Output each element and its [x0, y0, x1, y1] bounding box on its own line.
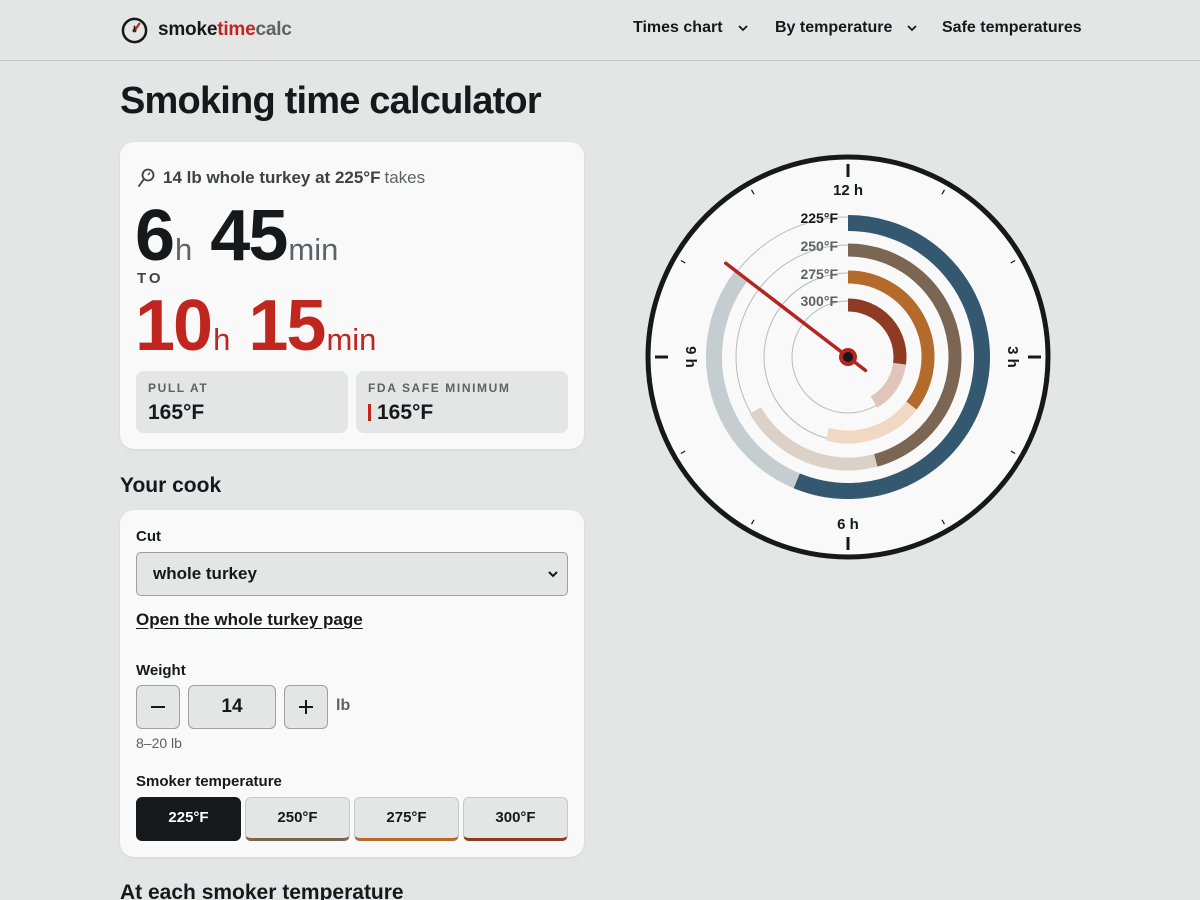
cut-select[interactable]: whole turkey: [136, 552, 568, 596]
result-summary-subject: 14 lb whole turkey at 225°F: [163, 168, 381, 187]
result-card: 14 lb whole turkey at 225°F takes 6h 45 m…: [120, 142, 584, 449]
plus-icon: [299, 700, 313, 714]
dial-label-3h: 3 h: [1004, 346, 1021, 368]
dial-ring-label: 275°F: [800, 266, 838, 282]
fda-minimum-box: FDA SAFE MINIMUM 165°F: [356, 371, 568, 433]
weight-label: Weight: [136, 662, 186, 679]
brand-part-calc: calc: [255, 19, 292, 40]
result-summary-verb: takes: [384, 168, 426, 187]
nav-times-chart-label: Times chart: [633, 19, 723, 36]
range-to-label: TO: [137, 270, 164, 287]
chevron-down-icon: [737, 25, 748, 32]
fda-minimum-label: FDA SAFE MINIMUM: [368, 381, 511, 395]
nav-by-temperature-label: By temperature: [775, 19, 893, 36]
weight-increase-button[interactable]: [284, 685, 328, 729]
hours-unit: h: [175, 232, 193, 267]
dial-label-6h: 6 h: [837, 516, 859, 533]
dial-ring-label: 250°F: [800, 238, 838, 254]
top-navigation-bar: smoketimecalc Times chart By temperature…: [0, 0, 1200, 61]
max-minutes-value: 15: [248, 286, 326, 366]
chevron-down-icon: [907, 25, 918, 32]
fda-minimum-value: 165°F: [377, 401, 434, 424]
max-time: 10 h 15 min: [135, 290, 376, 362]
hours-unit: h: [213, 322, 231, 357]
weight-range-hint: 8–20 lb: [136, 735, 182, 751]
minutes-unit: min: [288, 232, 339, 267]
cut-label: Cut: [136, 528, 161, 545]
pull-at-value: 165°F: [148, 401, 205, 424]
max-hours-value: 10: [135, 286, 213, 366]
temp-option-275[interactable]: 275°F: [354, 797, 459, 841]
fda-indicator-bar: [368, 404, 371, 421]
pull-at-label: PULL AT: [148, 381, 209, 395]
minus-icon: [151, 706, 165, 708]
brand-logo[interactable]: smoketimecalc: [121, 16, 292, 44]
nav-safe-temperatures[interactable]: Safe temperatures: [942, 19, 1082, 37]
weight-unit: lb: [336, 697, 351, 714]
each-temperature-heading: At each smoker temperature: [120, 881, 404, 900]
nav-safe-temperatures-label: Safe temperatures: [942, 19, 1082, 36]
dial-label-9h: 9 h: [682, 346, 699, 368]
meat-thermometer-icon: [138, 168, 155, 187]
dial-ring-label: 225°F: [800, 210, 838, 226]
smoker-temperature-label: Smoker temperature: [136, 773, 282, 790]
weight-decrease-button[interactable]: [136, 685, 180, 729]
dial-needle-hub-center: [843, 352, 853, 362]
dial-label-12h: 12 h: [833, 182, 863, 199]
cut-page-link[interactable]: Open the whole turkey page: [136, 610, 363, 630]
min-minutes-value: 45: [210, 196, 288, 276]
your-cook-heading: Your cook: [120, 474, 222, 497]
time-dial-graphic: 12 h 6 h 3 h 9 h 225°F 250°F 275°F 300°F: [645, 154, 1051, 560]
pull-at-box: PULL AT 165°F: [136, 371, 348, 433]
temp-option-250[interactable]: 250°F: [245, 797, 350, 841]
time-dial: 12 h 6 h 3 h 9 h 225°F 250°F 275°F 300°F: [640, 150, 1056, 566]
brand-part-smoke: smoke: [158, 19, 218, 40]
temp-option-225[interactable]: 225°F: [136, 797, 241, 841]
min-time: 6h 45 min: [135, 200, 338, 272]
chevron-down-icon: [548, 571, 558, 578]
weight-input[interactable]: 14: [188, 685, 276, 729]
dial-ring-label: 300°F: [800, 293, 838, 309]
brand-part-time: time: [217, 19, 256, 40]
nav-times-chart[interactable]: Times chart: [633, 19, 749, 37]
brand-name: smoketimecalc: [158, 19, 292, 41]
temp-option-300[interactable]: 300°F: [463, 797, 568, 841]
page-title: Smoking time calculator: [120, 80, 542, 122]
cut-select-value: whole turkey: [153, 564, 257, 583]
stopwatch-logo-icon: [121, 17, 148, 43]
cook-settings-card: Cut whole turkey Open the whole turkey p…: [120, 510, 584, 857]
min-hours-value: 6: [135, 196, 175, 276]
minutes-unit: min: [326, 322, 377, 357]
nav-by-temperature[interactable]: By temperature: [775, 19, 918, 37]
result-summary: 14 lb whole turkey at 225°F takes: [137, 168, 425, 188]
